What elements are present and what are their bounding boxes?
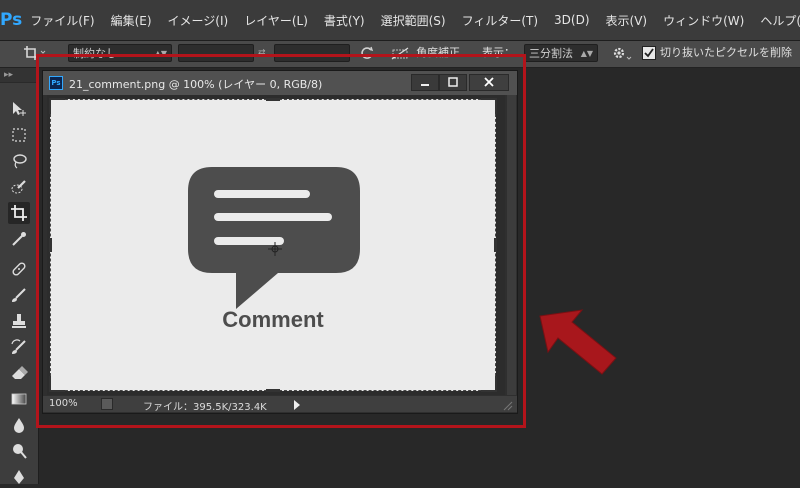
image-canvas[interactable]: Comment: [49, 98, 497, 392]
overlay-select[interactable]: 三分割法 ▲▼: [524, 44, 598, 62]
menu-select[interactable]: 選択範囲(S): [373, 12, 454, 29]
menu-type[interactable]: 書式(Y): [316, 12, 373, 29]
clone-stamp-tool-icon[interactable]: [8, 310, 30, 332]
export-icon[interactable]: [101, 398, 113, 410]
minimize-button[interactable]: [411, 74, 439, 91]
tools-panel: ▸▸: [0, 68, 39, 484]
file-size-info: ファイル：395.5K/323.4K: [143, 402, 267, 413]
lasso-tool-icon[interactable]: [8, 150, 30, 172]
menu-image[interactable]: イメージ(I): [160, 12, 237, 29]
chevron-updown-icon: ▲▼: [154, 49, 167, 58]
red-arrow-icon: [539, 309, 617, 375]
straighten-label: 角度補正: [416, 46, 460, 59]
close-button[interactable]: [469, 74, 509, 91]
menu-view[interactable]: 表示(V): [598, 12, 656, 29]
crosshair-cursor-icon: [268, 242, 282, 256]
menu-help[interactable]: ヘルプ(H): [752, 12, 800, 29]
ratio-select-value: 制約なし: [73, 47, 117, 60]
crop-handle-bottom-right[interactable]: [481, 376, 497, 392]
swap-dimensions-icon[interactable]: ⇄: [258, 44, 266, 62]
menu-file[interactable]: ファイル(F): [22, 12, 102, 29]
marquee-tool-icon[interactable]: [8, 124, 30, 146]
canvas-area[interactable]: Comment: [47, 95, 505, 395]
ratio-select[interactable]: 制約なし ▲▼: [68, 44, 172, 62]
quick-selection-tool-icon[interactable]: [8, 176, 30, 198]
healing-brush-tool-icon[interactable]: [8, 258, 30, 280]
document-titlebar[interactable]: Ps 21_comment.png @ 100% (レイヤー 0, RGB/8): [43, 71, 517, 95]
resize-grip-icon[interactable]: [501, 399, 513, 411]
speech-bubble-icon: [188, 167, 360, 309]
brush-tool-icon[interactable]: [8, 284, 30, 306]
menu-3d[interactable]: 3D(D): [546, 13, 597, 27]
crop-handle-top[interactable]: [266, 98, 280, 101]
blur-tool-icon[interactable]: [8, 414, 30, 436]
crop-handle-top-right[interactable]: [481, 98, 497, 114]
minimize-icon: [421, 84, 429, 86]
canvas-caption: Comment: [222, 307, 324, 332]
options-bar: 制約なし ▲▼ ⇄ 角度補正 表示： 三分割法 ▲▼ 切り抜いたピクセルを削除: [0, 41, 800, 68]
status-menu-arrow-icon[interactable]: [293, 400, 301, 410]
maximize-icon: [448, 77, 458, 87]
close-icon: [484, 77, 494, 87]
menu-edit[interactable]: 編集(E): [103, 12, 160, 29]
crop-tool-preset-icon[interactable]: [22, 44, 46, 62]
clear-icon[interactable]: [358, 44, 376, 62]
photoshop-document-icon: Ps: [49, 76, 63, 90]
crop-handle-right[interactable]: [494, 238, 497, 252]
dodge-tool-icon[interactable]: [8, 440, 30, 462]
crop-handle-top-left[interactable]: [49, 98, 65, 114]
document-window: Ps 21_comment.png @ 100% (レイヤー 0, RGB/8)…: [42, 70, 518, 414]
menu-layer[interactable]: レイヤー(L): [236, 12, 316, 29]
photoshop-logo-icon: Ps: [0, 10, 23, 30]
zoom-level[interactable]: 100%: [49, 398, 78, 409]
height-input[interactable]: [274, 44, 350, 62]
move-tool-icon[interactable]: [8, 98, 30, 120]
menu-bar: Ps ファイル(F) 編集(E) イメージ(I) レイヤー(L) 書式(Y) 選…: [0, 0, 800, 41]
pen-tool-icon[interactable]: [8, 466, 30, 488]
crop-handle-bottom[interactable]: [266, 389, 280, 392]
width-input[interactable]: [178, 44, 254, 62]
panel-collapse-icon[interactable]: ▸▸: [0, 68, 38, 83]
delete-pixels-checkbox[interactable]: [642, 46, 656, 60]
chevron-updown-icon: ▲▼: [580, 49, 593, 58]
history-brush-tool-icon[interactable]: [8, 336, 30, 358]
gradient-tool-icon[interactable]: [8, 388, 30, 410]
menu-window[interactable]: ウィンドウ(W): [655, 12, 752, 29]
menu-filter[interactable]: フィルター(T): [454, 12, 546, 29]
eyedropper-tool-icon[interactable]: [8, 228, 30, 250]
crop-handle-bottom-left[interactable]: [49, 376, 65, 392]
document-title: 21_comment.png @ 100% (レイヤー 0, RGB/8): [69, 78, 323, 91]
crop-tool-icon[interactable]: [8, 202, 30, 224]
straighten-icon[interactable]: [390, 44, 410, 62]
overlay-view-label: 表示：: [482, 46, 515, 59]
gear-icon[interactable]: [610, 44, 632, 62]
eraser-tool-icon[interactable]: [8, 362, 30, 384]
maximize-button[interactable]: [439, 74, 467, 91]
vertical-scrollbar[interactable]: [507, 95, 516, 395]
delete-pixels-label: 切り抜いたピクセルを削除: [660, 46, 792, 59]
document-status-bar: 100% ファイル：395.5K/323.4K: [43, 396, 517, 413]
checkmark-icon: [644, 48, 654, 58]
crop-handle-left[interactable]: [49, 238, 52, 252]
overlay-select-value: 三分割法: [529, 47, 573, 60]
